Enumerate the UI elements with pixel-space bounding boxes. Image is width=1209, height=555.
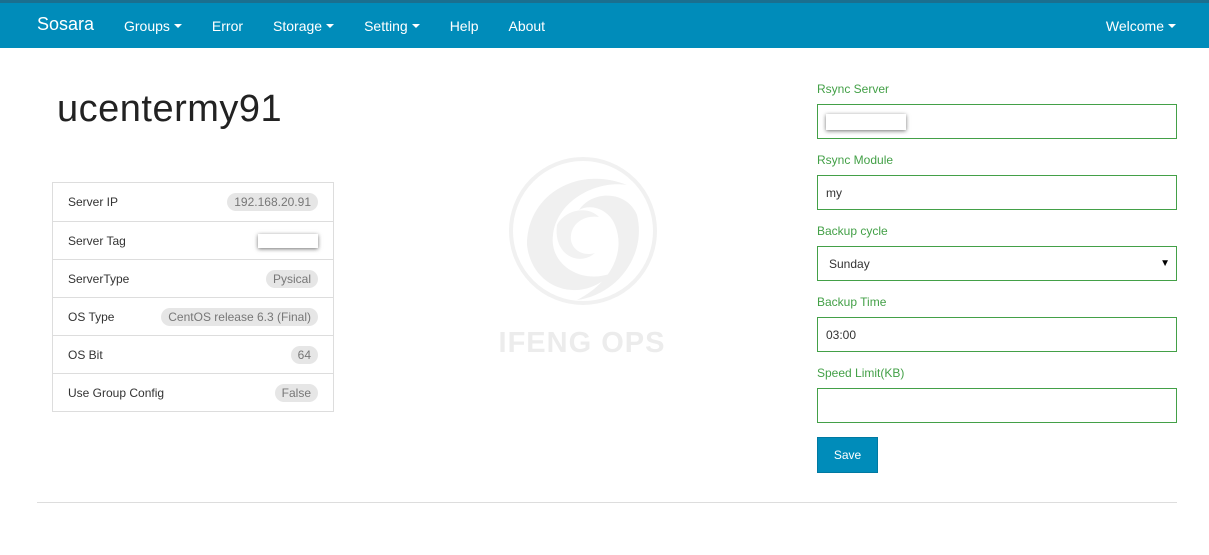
info-label: Server Tag bbox=[68, 233, 126, 248]
info-badge: False bbox=[274, 383, 318, 402]
select-arrow-icon: ▼ bbox=[1160, 258, 1170, 269]
info-badge: CentOS release 6.3 (Final) bbox=[161, 307, 318, 326]
info-row-server-tag: Server Tag bbox=[53, 221, 333, 259]
redacted-value bbox=[826, 113, 906, 130]
nav-about[interactable]: About bbox=[508, 18, 545, 34]
info-label: ServerType bbox=[68, 271, 130, 286]
user-menu-label: Welcome bbox=[1105, 17, 1164, 34]
nav-groups-label: Groups bbox=[124, 17, 170, 34]
nav-storage[interactable]: Storage bbox=[273, 17, 335, 34]
watermark-text: IFENG OPS bbox=[498, 327, 666, 359]
speed-limit-input[interactable] bbox=[826, 389, 1176, 422]
info-label: Use Group Config bbox=[68, 385, 165, 400]
nav-setting[interactable]: Setting bbox=[364, 18, 420, 34]
page-title: ucentermy91 bbox=[57, 88, 283, 130]
info-badge: 192.168.20.91 bbox=[227, 193, 318, 211]
nav-help-label: Help bbox=[449, 17, 479, 34]
rsync-server-field[interactable] bbox=[817, 104, 1177, 139]
rsync-server-label: Rsync Server bbox=[817, 82, 890, 96]
brand-logo[interactable]: Sosara bbox=[37, 14, 94, 35]
info-row-use-group-config: Use Group Config False bbox=[53, 373, 333, 411]
nav-setting-label: Setting bbox=[364, 17, 408, 34]
nav-storage-label: Storage bbox=[273, 17, 323, 34]
nav-error-label: Error bbox=[211, 17, 244, 34]
info-label: Server IP bbox=[68, 195, 119, 209]
info-label: OS Bit bbox=[68, 347, 103, 362]
nav-about-label: About bbox=[508, 17, 546, 34]
user-menu[interactable]: Welcome bbox=[1106, 3, 1176, 48]
speed-limit-field[interactable] bbox=[817, 388, 1177, 423]
info-row-server-ip: Server IP 192.168.20.91 bbox=[53, 183, 333, 221]
info-row-server-type: ServerType Pysical bbox=[53, 259, 333, 297]
backup-time-field[interactable] bbox=[817, 317, 1177, 352]
speed-limit-label: Speed Limit(KB) bbox=[817, 366, 905, 380]
divider bbox=[37, 502, 1177, 503]
server-info-list: Server IP 192.168.20.91 Server Tag Serve… bbox=[52, 182, 334, 412]
backup-cycle-label: Backup cycle bbox=[817, 224, 888, 238]
redacted-value bbox=[258, 233, 318, 248]
save-button[interactable]: Save bbox=[817, 437, 878, 473]
nav-groups[interactable]: Groups bbox=[124, 18, 182, 34]
backup-settings-form: Rsync Server Rsync Module Backup cycle S… bbox=[817, 82, 1177, 473]
info-row-os-bit: OS Bit 64 bbox=[53, 335, 333, 373]
nav-error[interactable]: Error bbox=[212, 18, 243, 34]
rsync-module-label: Rsync Module bbox=[817, 153, 894, 167]
caret-down-icon bbox=[173, 23, 182, 28]
phoenix-logo-icon bbox=[509, 157, 657, 305]
watermark-logo: IFENG OPS bbox=[487, 155, 677, 365]
backup-time-label: Backup Time bbox=[817, 295, 887, 309]
navbar: Sosara Groups Error Storage Setting Help… bbox=[0, 3, 1209, 48]
caret-down-icon bbox=[326, 23, 335, 28]
main-nav: Groups Error Storage Setting Help About bbox=[124, 3, 575, 48]
caret-down-icon bbox=[1168, 23, 1176, 28]
info-badge: Pysical bbox=[265, 269, 318, 288]
info-badge: 64 bbox=[290, 345, 318, 364]
backup-cycle-value: Sunday bbox=[829, 256, 870, 271]
rsync-module-field[interactable] bbox=[817, 175, 1177, 210]
caret-down-icon bbox=[411, 23, 420, 28]
nav-help[interactable]: Help bbox=[450, 18, 479, 34]
backup-time-input[interactable] bbox=[826, 318, 1176, 351]
info-row-os-type: OS Type CentOS release 6.3 (Final) bbox=[53, 297, 333, 335]
info-label: OS Type bbox=[68, 309, 115, 324]
backup-cycle-select[interactable]: Sunday ▼ bbox=[817, 246, 1177, 281]
rsync-module-input[interactable] bbox=[826, 176, 1176, 209]
